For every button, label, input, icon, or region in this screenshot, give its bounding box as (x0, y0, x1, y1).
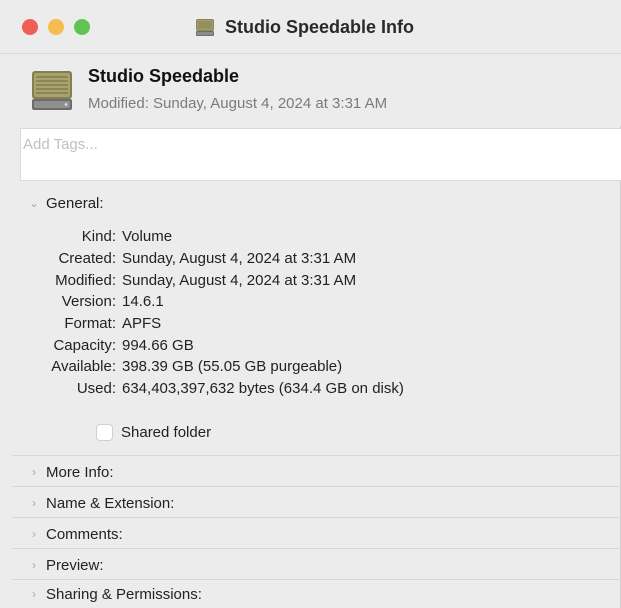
detail-row-available: Available: 398.39 GB (55.05 GB purgeable… (0, 358, 621, 379)
detail-value: APFS (122, 315, 162, 332)
detail-row-modified: Modified: Sunday, August 4, 2024 at 3:31… (0, 272, 621, 293)
section-preview[interactable]: › Preview: (0, 550, 621, 580)
detail-value: 14.6.1 (122, 293, 164, 310)
detail-value: Sunday, August 4, 2024 at 3:31 AM (122, 250, 357, 267)
title-bar: Studio Speedable Info (0, 0, 621, 54)
chevron-down-icon: ⌄ (28, 196, 40, 210)
shared-folder-option[interactable]: Shared folder (96, 422, 211, 442)
detail-key: Kind: (81, 228, 116, 245)
detail-key: Version: (61, 293, 116, 310)
detail-row-kind: Kind: Volume (0, 228, 621, 249)
divider (12, 455, 621, 456)
volume-modified-date: Modified: Sunday, August 4, 2024 at 3:31… (88, 95, 388, 112)
detail-value: 994.66 GB (122, 337, 194, 354)
detail-value: 634,403,397,632 bytes (634.4 GB on disk) (122, 380, 404, 397)
detail-row-version: Version: 14.6.1 (0, 293, 621, 314)
chevron-right-icon: › (32, 496, 36, 510)
section-name-extension[interactable]: › Name & Extension: (0, 488, 621, 518)
drive-icon (196, 19, 214, 36)
chevron-right-icon: › (32, 558, 36, 572)
section-general-label: General: (46, 194, 104, 212)
chevron-right-icon: › (32, 587, 36, 601)
divider (12, 517, 621, 518)
tags-field-container (20, 128, 621, 181)
tags-input[interactable] (21, 129, 621, 159)
detail-key: Modified: (55, 272, 116, 289)
detail-value: Volume (122, 228, 173, 245)
close-button[interactable] (22, 19, 38, 35)
section-label: Name & Extension: (46, 494, 175, 512)
section-general-header[interactable]: ⌄ General: (0, 188, 621, 218)
section-label: Preview: (46, 556, 104, 574)
info-window: Studio Speedable Info Studio Speedable M… (0, 0, 621, 608)
detail-row-format: Format: APFS (0, 315, 621, 336)
zoom-button[interactable] (74, 19, 90, 35)
section-label: More Info: (46, 463, 114, 481)
detail-key: Capacity: (53, 337, 116, 354)
section-sharing-permissions[interactable]: › Sharing & Permissions: (0, 580, 621, 608)
divider (12, 486, 621, 487)
detail-row-used: Used: 634,403,397,632 bytes (634.4 GB on… (0, 380, 621, 401)
window-title-group: Studio Speedable Info (194, 14, 414, 40)
detail-key: Created: (58, 250, 116, 267)
detail-value: Sunday, August 4, 2024 at 3:31 AM (122, 272, 357, 289)
detail-key: Available: (51, 358, 116, 375)
info-header: Studio Speedable Modified: Sunday, Augus… (0, 54, 621, 126)
detail-key: Used: (76, 380, 116, 397)
detail-row-capacity: Capacity: 994.66 GB (0, 337, 621, 358)
volume-name: Studio Speedable (88, 66, 240, 86)
divider (12, 548, 621, 549)
chevron-right-icon: › (32, 465, 36, 479)
section-comments[interactable]: › Comments: (0, 519, 621, 549)
window-title: Studio Speedable Info (225, 16, 415, 37)
detail-value: 398.39 GB (55.05 GB purgeable) (122, 358, 343, 375)
shared-folder-label: Shared folder (121, 423, 212, 441)
section-label: Sharing & Permissions: (46, 585, 202, 603)
section-label: Comments: (46, 525, 123, 543)
detail-key: Format: (64, 315, 116, 332)
detail-row-created: Created: Sunday, August 4, 2024 at 3:31 … (0, 250, 621, 271)
minimize-button[interactable] (48, 19, 64, 35)
chevron-right-icon: › (32, 527, 36, 541)
shared-folder-checkbox[interactable] (96, 423, 113, 441)
volume-icon (32, 71, 72, 110)
section-more-info[interactable]: › More Info: (0, 457, 621, 487)
